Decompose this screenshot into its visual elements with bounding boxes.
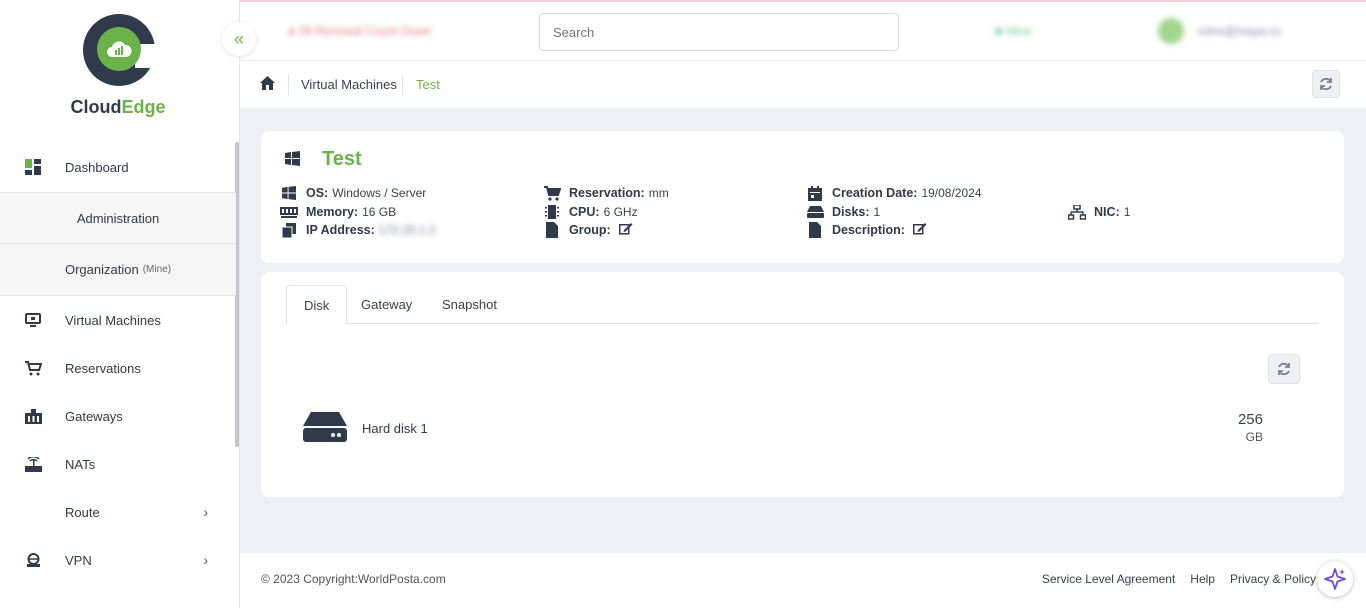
- search-input[interactable]: [539, 13, 899, 51]
- vm-reservation: Reservation: mm: [543, 185, 669, 201]
- breadcrumb: Virtual Machines Test: [240, 60, 1366, 108]
- sidebar-item-vpn[interactable]: VPN ›: [0, 536, 236, 584]
- vm-disks: Disks: 1: [806, 204, 880, 220]
- sidebar-item-reservations[interactable]: Reservations: [0, 344, 236, 392]
- edit-group-icon[interactable]: [618, 222, 633, 238]
- sidebar: CloudEdge Dashboard Administration Organ…: [0, 0, 240, 608]
- refresh-disks-button[interactable]: [1268, 354, 1300, 384]
- sidebar-section-organization[interactable]: Organization (Mine): [0, 244, 236, 296]
- sidebar-item-nats[interactable]: NATs: [0, 440, 236, 488]
- vm-info-card: Test OS: Windows / Server Memory: 16 GB IP…: [261, 131, 1344, 263]
- vm-os: OS: Windows / Server: [280, 185, 426, 201]
- windows-icon: [285, 151, 300, 169]
- vm-creation-date: Creation Date: 19/08/2024: [806, 185, 982, 201]
- tab-bar: Disk Gateway Snapshot: [286, 285, 1318, 325]
- collapse-sidebar-button[interactable]: «: [222, 22, 256, 56]
- cloud-chart-icon: [97, 27, 141, 71]
- tab-snapshot[interactable]: Snapshot: [425, 285, 514, 324]
- double-chevron-left-icon: «: [233, 28, 244, 49]
- vm-group: Group:: [543, 222, 633, 238]
- home-icon[interactable]: [260, 76, 275, 93]
- breadcrumb-current: Test: [416, 77, 440, 92]
- cart-icon: [543, 185, 561, 201]
- renewal-countdown[interactable]: ● 28 Renewal Count Down: [288, 24, 431, 38]
- refresh-button[interactable]: [1312, 70, 1340, 98]
- memory-icon: [280, 204, 298, 220]
- vm-tabs-card: Disk Gateway Snapshot Hard disk 1 256 GB: [261, 272, 1344, 497]
- privacy-link[interactable]: Privacy & Policy: [1230, 572, 1316, 586]
- tab-disk[interactable]: Disk: [286, 285, 348, 325]
- breadcrumb-virtual-machines[interactable]: Virtual Machines: [301, 77, 397, 92]
- divider: [402, 75, 403, 95]
- router-icon: [24, 455, 42, 473]
- file-icon: [543, 222, 561, 238]
- vpn-globe-icon: [24, 551, 42, 569]
- cpu-icon: [543, 204, 561, 220]
- vm-nic: NIC: 1: [1068, 204, 1130, 220]
- divider: [288, 75, 289, 95]
- file-icon: [806, 222, 824, 238]
- sidebar-section-administration[interactable]: Administration: [0, 192, 236, 244]
- calendar-icon: [806, 185, 824, 201]
- chevron-right-icon: ›: [203, 552, 208, 568]
- brand-name: CloudEdge: [70, 97, 166, 117]
- user-email[interactable]: mine@maya.co: [1198, 24, 1282, 38]
- vm-cpu: CPU: 6 GHz: [543, 204, 638, 220]
- ai-assistant-button[interactable]: [1317, 561, 1353, 597]
- footer: © 2023 Copyright:WorldPosta.com Service …: [240, 553, 1366, 608]
- chevron-right-icon: ›: [203, 504, 208, 520]
- vm-memory: Memory: 16 GB: [280, 204, 396, 220]
- sidebar-item-gateways[interactable]: Gateways: [0, 392, 236, 440]
- help-link[interactable]: Help: [1190, 572, 1215, 586]
- monitor-icon: [24, 311, 42, 329]
- sidebar-nav: Dashboard Administration Organization (Mi…: [0, 142, 236, 584]
- hdd-icon: [806, 204, 824, 220]
- disk-size: 256 GB: [1237, 411, 1263, 444]
- footer-links: Service Level Agreement Help Privacy & P…: [1042, 572, 1316, 586]
- disk-name: Hard disk 1: [362, 421, 428, 436]
- vm-ip-address: IP Address: 172.20.1.2: [280, 222, 436, 238]
- tab-gateway[interactable]: Gateway: [344, 285, 429, 324]
- refresh-icon: [1320, 77, 1332, 91]
- top-header: ● 28 Renewal Count Down ■ Mine mine@maya…: [240, 0, 1366, 60]
- logo[interactable]: CloudEdge: [0, 0, 236, 130]
- sla-link[interactable]: Service Level Agreement: [1042, 572, 1175, 586]
- copy-icon: [280, 222, 298, 238]
- refresh-icon: [1278, 362, 1290, 376]
- sparkle-icon: [1324, 568, 1346, 590]
- sidebar-item-dashboard[interactable]: Dashboard: [0, 142, 236, 192]
- sidebar-item-label: Dashboard: [65, 159, 129, 175]
- cart-icon: [24, 359, 42, 377]
- copyright: © 2023 Copyright:WorldPosta.com: [261, 572, 446, 586]
- hdd-icon: [303, 412, 347, 445]
- network-icon: [1068, 204, 1086, 220]
- organization-switcher[interactable]: ■ Mine: [995, 24, 1032, 38]
- sidebar-item-route[interactable]: Route ›: [0, 488, 236, 536]
- vm-name: Test: [322, 148, 362, 170]
- gateway-icon: [24, 407, 42, 425]
- windows-icon: [280, 185, 298, 201]
- avatar[interactable]: [1158, 18, 1184, 44]
- vm-description: Description:: [806, 222, 927, 238]
- dashboard-icon: [24, 158, 42, 176]
- edit-description-icon[interactable]: [912, 222, 927, 238]
- sidebar-item-virtual-machines[interactable]: Virtual Machines: [0, 296, 236, 344]
